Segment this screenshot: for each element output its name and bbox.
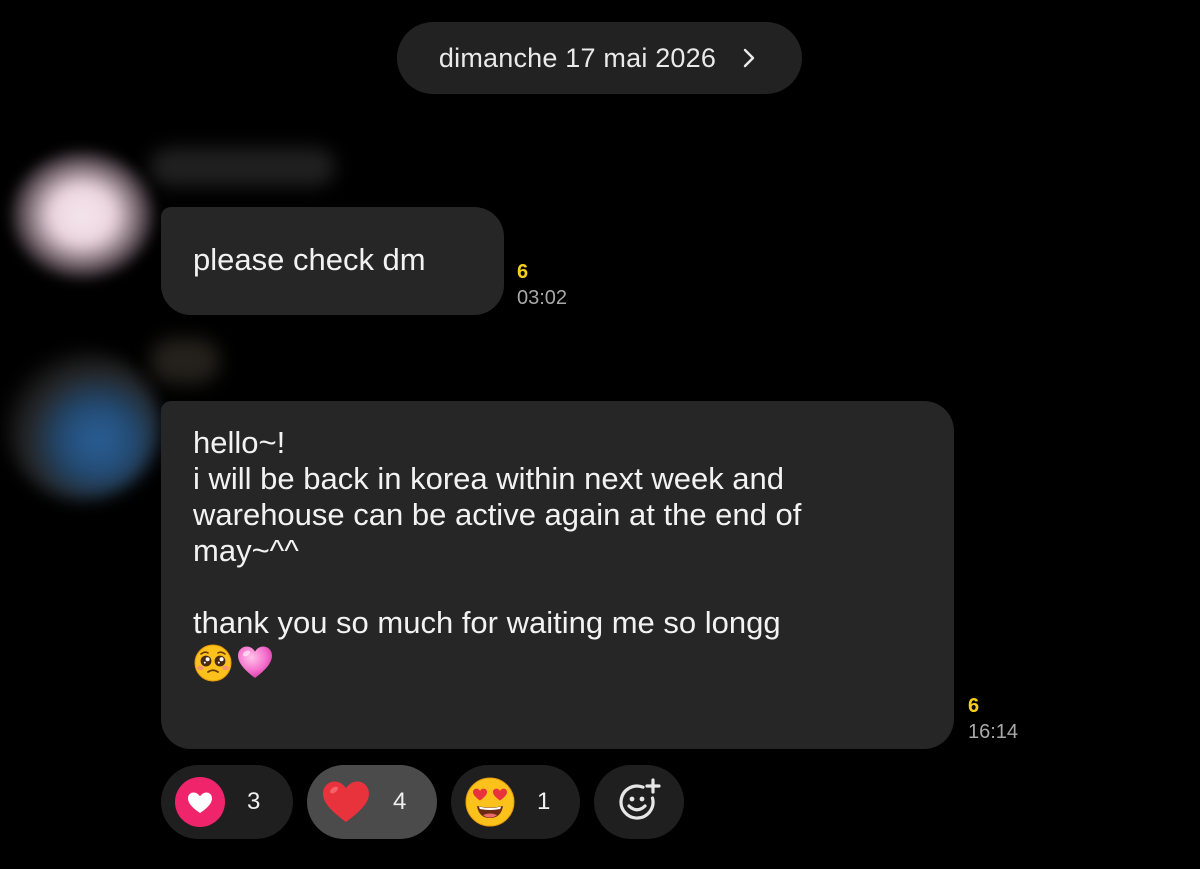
red-heart-icon [323,781,369,822]
reaction-count: 4 [393,788,407,815]
heart-eyes-face-icon [465,777,515,827]
date-separator[interactable]: dimanche 17 mai 2026 [397,22,802,94]
message-meta: 6 16:14 [968,693,1018,745]
message-bubble[interactable]: hello~! i will be back in korea within n… [161,401,954,749]
emoji-row [193,643,922,683]
reaction-count: 3 [247,788,261,815]
reaction-red-heart[interactable]: 4 [307,765,437,839]
unread-count: 6 [517,261,529,283]
unread-count: 6 [968,695,980,717]
sender-name-blurred [150,148,335,186]
reaction-count: 1 [537,788,551,815]
message-meta: 6 03:02 [517,259,567,311]
avatar[interactable] [10,150,155,280]
reaction-heart-badge[interactable]: 3 [161,765,293,839]
add-reaction-button[interactable] [594,765,684,839]
pink-heart-icon [238,646,272,678]
message-text-line: may~^^ [193,533,299,568]
avatar[interactable] [5,350,160,500]
reaction-heart-eyes[interactable]: 1 [451,765,580,839]
sender-name-blurred [150,338,220,384]
message-time: 16:14 [968,721,1019,743]
message-text-line: warehouse can be active again at the end… [193,497,802,532]
add-reaction-icon [619,778,661,820]
message-text-line: i will be back in korea within next week… [193,461,785,496]
message-text: please check dm [193,242,426,277]
message-time: 03:02 [517,287,568,309]
message-bubble[interactable]: please check dm [161,207,504,315]
chevron-right-icon [743,48,755,68]
date-label: dimanche 17 mai 2026 [438,42,717,73]
pleading-face-icon [194,644,232,682]
message-text-line: hello~! [193,425,286,460]
message-text-line: thank you so much for waiting me so long… [193,605,781,640]
heart-badge-icon [175,777,225,827]
